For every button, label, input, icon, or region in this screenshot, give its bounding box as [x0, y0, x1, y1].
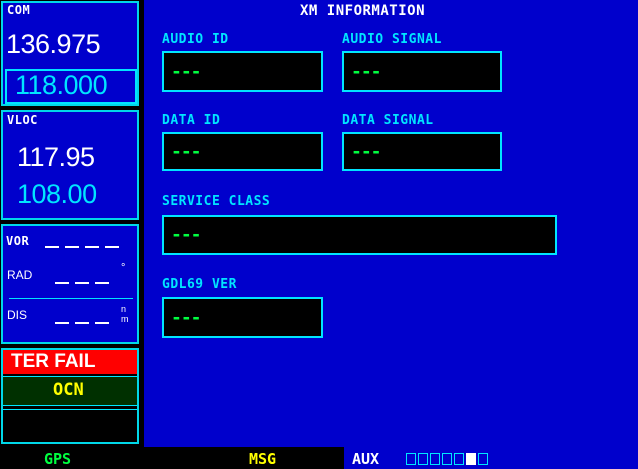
vloc-active-frequency: 117.95	[17, 142, 95, 172]
msg-annunciator[interactable]: MSG	[249, 450, 276, 468]
data-signal-value: ---	[351, 141, 381, 162]
rad-label: RAD	[7, 268, 33, 282]
data-signal-field: ---	[342, 132, 502, 171]
com-standby-cursor[interactable]: 118.000	[5, 69, 137, 104]
service-class-value: ---	[171, 224, 201, 246]
gps-softkey[interactable]: GPS	[44, 450, 71, 468]
vor-dash	[65, 246, 79, 248]
page-title: XM INFORMATION	[300, 3, 426, 19]
audio-id-label: AUDIO ID	[162, 32, 229, 47]
rad-dash	[55, 282, 69, 284]
vor-box: VOR RAD ° DIS n m	[1, 224, 139, 344]
rad-dash	[95, 282, 109, 284]
page-box	[442, 453, 452, 465]
dis-dash	[75, 322, 89, 324]
annunciator-box: TER FAIL OCN	[1, 348, 139, 444]
ocn-text: OCN	[53, 380, 84, 400]
audio-signal-field: ---	[342, 51, 502, 92]
rad-dash	[75, 282, 89, 284]
page-box	[406, 453, 416, 465]
dis-label: DIS	[7, 308, 28, 322]
xm-information-page: XM INFORMATION AUDIO ID --- AUDIO SIGNAL…	[144, 0, 638, 447]
data-signal-label: DATA SIGNAL	[342, 113, 434, 128]
com-standby-frequency: 118.000	[15, 70, 108, 100]
service-class-label: SERVICE CLASS	[162, 194, 271, 209]
bottom-bar: GPS MSG AUX	[0, 447, 638, 469]
page-box	[478, 453, 488, 465]
vor-dash	[85, 246, 99, 248]
vloc-standby-frequency: 108.00	[17, 179, 97, 209]
audio-id-value: ---	[171, 61, 201, 82]
ter-fail-text: TER FAIL	[11, 351, 96, 372]
vloc-tag: VLOC	[7, 113, 38, 127]
data-id-value: ---	[171, 141, 201, 162]
service-class-field: ---	[162, 215, 557, 255]
com-tag: COM	[7, 3, 31, 17]
vloc-box[interactable]: VLOC 117.95 108.00	[1, 110, 139, 220]
audio-id-field: ---	[162, 51, 323, 92]
com-box[interactable]: COM 136.975 118.000	[1, 1, 139, 106]
page-box	[454, 453, 464, 465]
left-column: COM 136.975 118.000 VLOC 117.95 108.00 V…	[0, 0, 140, 447]
dis-unit-bottom: m	[121, 314, 129, 324]
dis-dash	[55, 322, 69, 324]
ter-fail-annunciator: TER FAIL	[3, 350, 137, 374]
aux-page-group: AUX	[352, 450, 380, 468]
dis-unit-top: n	[121, 304, 127, 314]
dis-dash	[95, 322, 109, 324]
vor-tag: VOR	[6, 234, 30, 248]
annunciator-divider	[3, 409, 137, 410]
audio-signal-value: ---	[351, 61, 381, 82]
rad-unit: °	[121, 262, 126, 274]
page-box	[430, 453, 440, 465]
com-active-frequency: 136.975	[6, 29, 101, 59]
audio-signal-label: AUDIO SIGNAL	[342, 32, 442, 47]
page-box	[418, 453, 428, 465]
vor-dash	[105, 246, 119, 248]
vor-divider	[9, 298, 133, 299]
gdl69-ver-value: ---	[171, 307, 201, 328]
gdl69-ver-field: ---	[162, 297, 323, 338]
gdl69-ver-label: GDL69 VER	[162, 277, 237, 292]
page-group-indicator: AUX	[344, 447, 638, 469]
page-box-active	[466, 453, 476, 465]
ocn-annunciator: OCN	[3, 376, 137, 406]
page-position-indicator	[406, 447, 546, 469]
data-id-label: DATA ID	[162, 113, 221, 128]
vor-dash	[45, 246, 59, 248]
data-id-field: ---	[162, 132, 323, 171]
